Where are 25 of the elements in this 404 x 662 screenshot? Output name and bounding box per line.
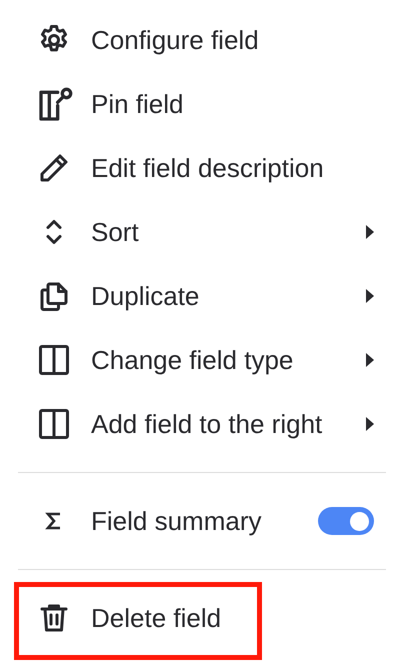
item-label: Field summary — [91, 508, 262, 534]
item-label: Add field to the right — [91, 411, 322, 437]
toggle-switch[interactable] — [318, 507, 374, 535]
menu-item[interactable]: Change field type — [0, 328, 404, 392]
columns-icon — [36, 406, 72, 442]
item-label: Pin field — [91, 91, 184, 117]
item-label: Sort — [91, 219, 139, 245]
item-label: Change field type — [91, 347, 294, 373]
menu-item[interactable]: Add field to the right — [0, 392, 404, 456]
submenu-arrow-icon — [366, 289, 374, 303]
item-label: Duplicate — [91, 283, 200, 309]
menu-item[interactable]: Pin field — [0, 72, 404, 136]
menu-item[interactable]: Edit field description — [0, 136, 404, 200]
menu-item[interactable]: Delete field — [0, 586, 404, 650]
columns-icon — [36, 342, 72, 378]
item-label: Configure field — [91, 27, 259, 53]
menu-item[interactable]: Configure field — [0, 8, 404, 72]
submenu-arrow-icon — [366, 225, 374, 239]
submenu-arrow-icon — [366, 417, 374, 431]
submenu-arrow-icon — [366, 353, 374, 367]
menu-item[interactable]: Field summary — [0, 489, 404, 553]
item-label: Edit field description — [91, 155, 324, 181]
item-label: Delete field — [91, 605, 222, 631]
menu-item[interactable]: Duplicate — [0, 264, 404, 328]
menu-item[interactable]: Sort — [0, 200, 404, 264]
